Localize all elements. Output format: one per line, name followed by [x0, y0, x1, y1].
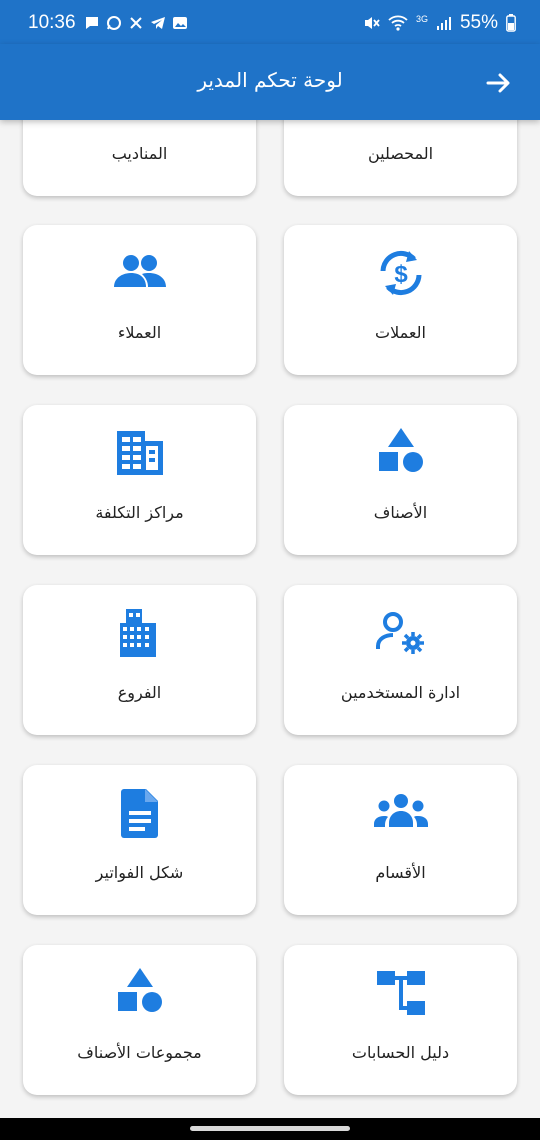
- card-cost-centers[interactable]: مراكز التكلفة: [23, 405, 256, 555]
- system-nav-bar: [0, 1118, 540, 1140]
- card-label: المناديب: [111, 144, 168, 163]
- card-label: ادارة المستخدمين: [340, 683, 461, 702]
- card-label: المحصلين: [367, 144, 434, 163]
- apartment-icon: [119, 609, 156, 657]
- card-categories[interactable]: الأصناف: [284, 405, 517, 555]
- card-branches[interactable]: الفروع: [23, 585, 256, 735]
- card-invoice-form[interactable]: شكل الفواتير: [23, 765, 256, 915]
- card-label: مراكز التكلفة: [95, 503, 184, 522]
- card-label: الأصناف: [373, 503, 428, 522]
- card-label: العملات: [375, 323, 426, 342]
- card-user-management[interactable]: ادارة المستخدمين: [284, 585, 517, 735]
- card-customers[interactable]: العملاء: [23, 225, 256, 375]
- home-handle[interactable]: [190, 1126, 350, 1131]
- shapes-icon: [378, 428, 423, 472]
- card-label: دليل الحسابات: [351, 1043, 450, 1062]
- card-category-groups[interactable]: مجموعات الأصناف: [23, 945, 256, 1095]
- manage-accounts-icon: [375, 612, 424, 654]
- description-icon: [120, 789, 158, 838]
- account-tree-icon: [376, 971, 425, 1015]
- page-title: لوحة تحكم المدير: [197, 68, 343, 92]
- card-label: الفروع: [117, 683, 162, 702]
- category-icon: [117, 968, 162, 1012]
- corporate-fare-icon: [116, 431, 163, 475]
- card-chart-of-accounts[interactable]: دليل الحسابات: [284, 945, 517, 1095]
- card-label: مجموعات الأصناف: [77, 1043, 202, 1062]
- groups-icon: [373, 794, 428, 827]
- card-currencies[interactable]: $ العملات: [284, 225, 517, 375]
- card-label: الأقسام: [375, 863, 426, 882]
- card-label: شكل الفواتير: [95, 863, 184, 882]
- svg-text:$: $: [394, 261, 408, 288]
- card-departments[interactable]: الأقسام: [284, 765, 517, 915]
- dashboard-grid: المحصلين المناديب $ العملات العملاء الأص…: [0, 0, 540, 1140]
- currency-exchange-icon: $: [380, 250, 421, 296]
- card-label: العملاء: [117, 323, 162, 342]
- app-bar: لوحة تحكم المدير: [0, 44, 540, 120]
- people-icon: [113, 255, 166, 287]
- arrow-forward-icon[interactable]: [484, 68, 514, 98]
